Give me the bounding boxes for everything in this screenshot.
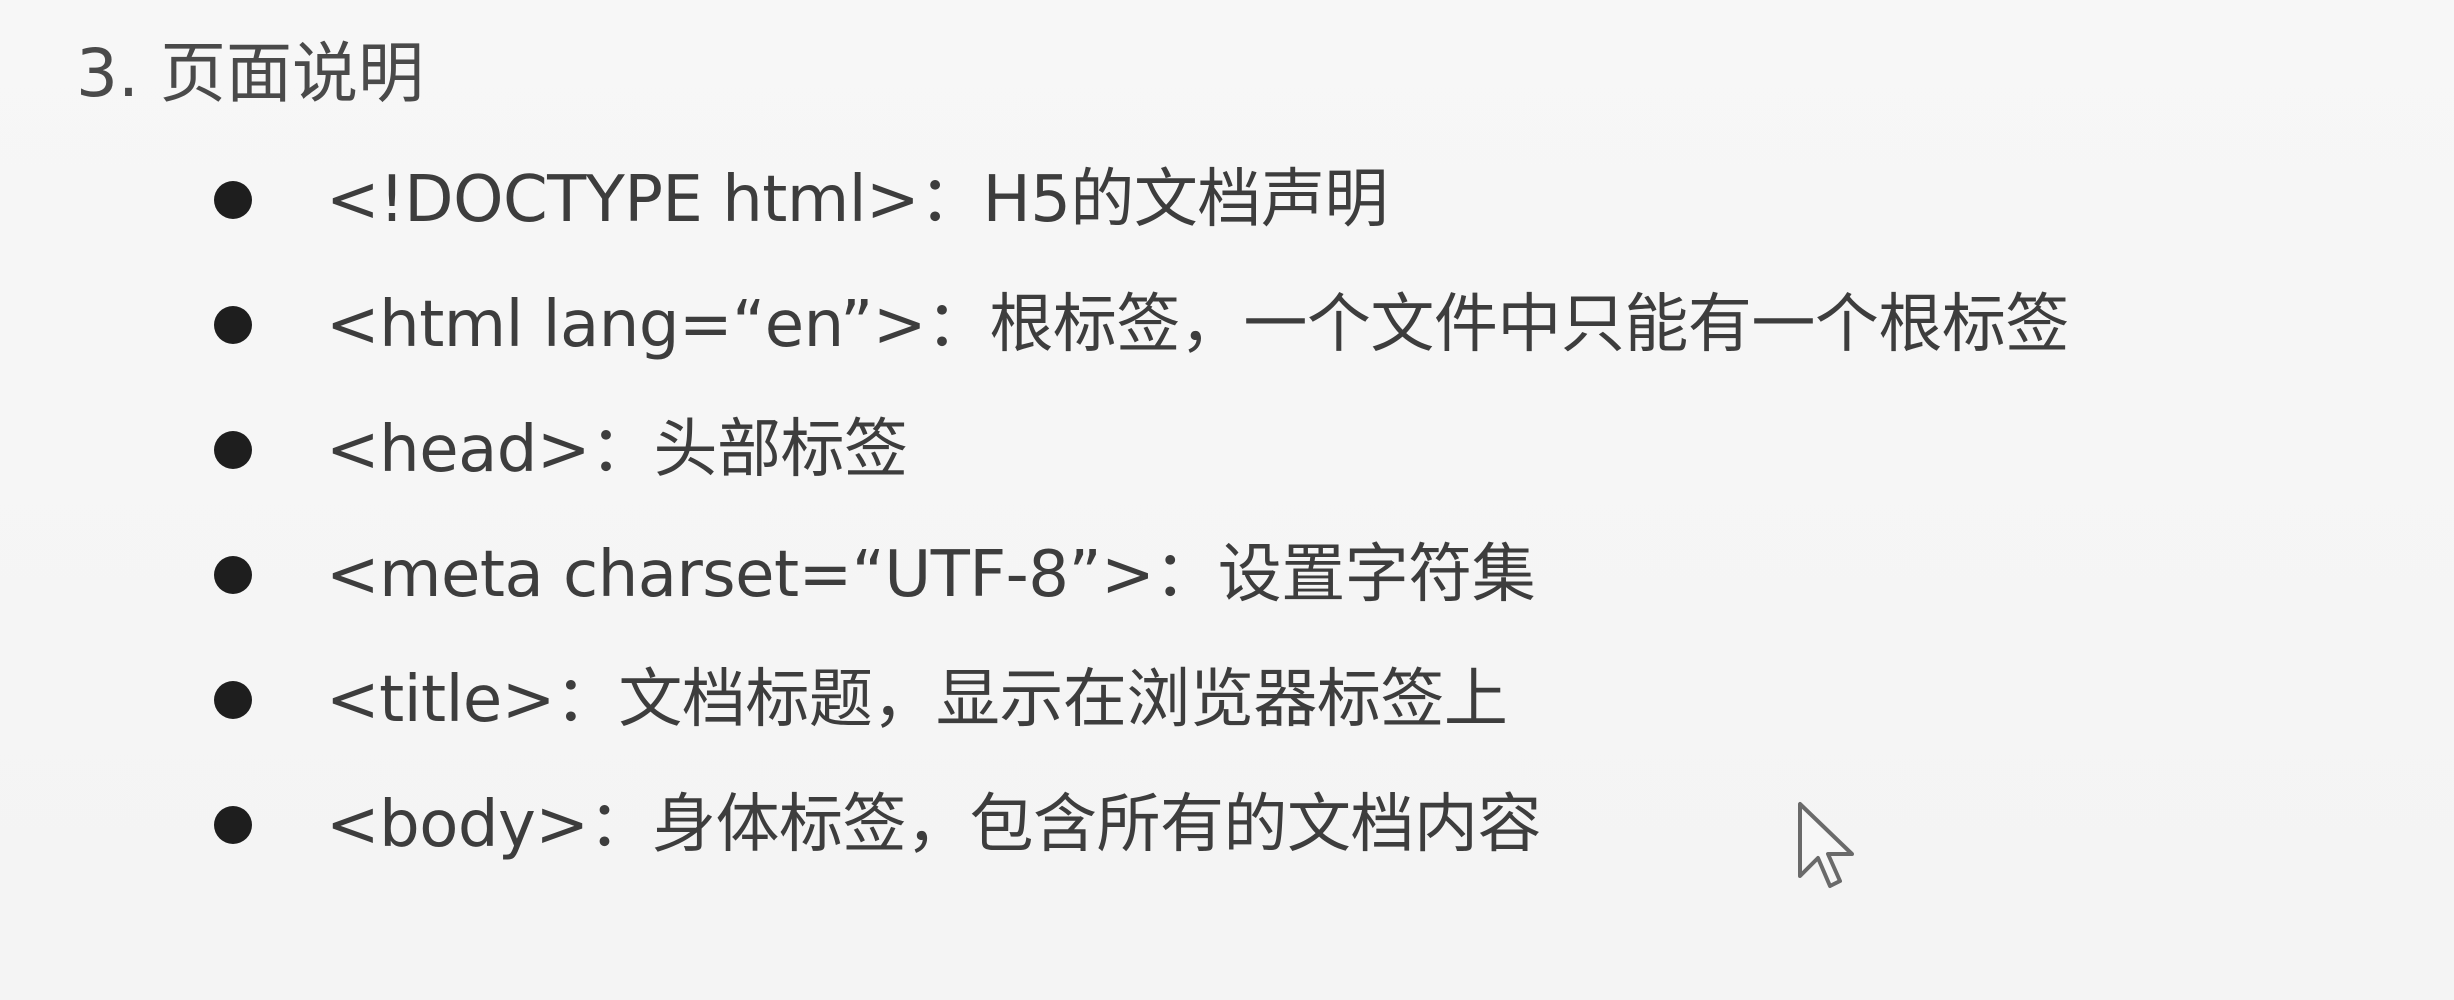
list-item: <meta charset=“UTF-8”>：设置字符集 [214,527,1536,623]
mouse-pointer-icon [1798,802,1854,888]
bullet-dot-icon [214,431,252,469]
list-item: <head>：头部标签 [214,402,908,498]
bullet-dot-icon [214,306,252,344]
bullet-dot-icon [214,556,252,594]
list-item-text: <head>：头部标签 [326,413,908,487]
list-item-text: <html lang=“en”>：根标签，一个文件中只能有一个根标签 [326,288,2069,362]
section-heading: 3. 页面说明 [76,35,424,112]
list-item: <title>：文档标题，显示在浏览器标签上 [214,652,1508,748]
list-item: <html lang=“en”>：根标签，一个文件中只能有一个根标签 [214,277,2069,373]
list-item-text: <meta charset=“UTF-8”>：设置字符集 [326,538,1536,612]
list-item-text: <!DOCTYPE html>：H5的文档声明 [326,163,1388,237]
bullet-dot-icon [214,806,252,844]
slide-canvas: 3. 页面说明 <!DOCTYPE html>：H5的文档声明 <html la… [0,0,2454,1000]
list-item: <!DOCTYPE html>：H5的文档声明 [214,152,1388,248]
list-item-text: <title>：文档标题，显示在浏览器标签上 [326,663,1508,737]
list-item: <body>：身体标签，包含所有的文档内容 [214,777,1542,873]
bullet-dot-icon [214,681,252,719]
bullet-dot-icon [214,181,252,219]
list-item-text: <body>：身体标签，包含所有的文档内容 [326,788,1542,862]
